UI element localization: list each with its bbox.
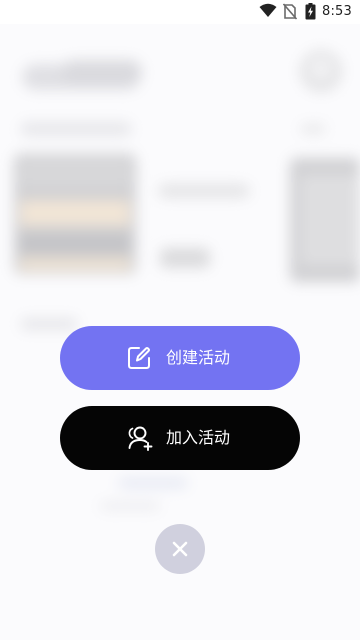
edit-icon	[126, 345, 152, 371]
create-activity-button[interactable]: 创建活动	[60, 326, 300, 390]
battery-charging-icon	[305, 3, 316, 24]
status-time: 8:53	[322, 4, 352, 19]
join-activity-label: 加入活动	[166, 428, 231, 447]
no-sim-icon	[282, 3, 298, 24]
close-button[interactable]	[155, 524, 205, 574]
join-activity-button[interactable]: 加入活动	[60, 406, 300, 470]
add-user-icon	[126, 425, 153, 451]
close-icon	[172, 541, 188, 557]
status-bar: 8:53	[0, 0, 360, 24]
create-activity-label: 创建活动	[166, 348, 231, 367]
wifi-icon	[259, 3, 277, 22]
